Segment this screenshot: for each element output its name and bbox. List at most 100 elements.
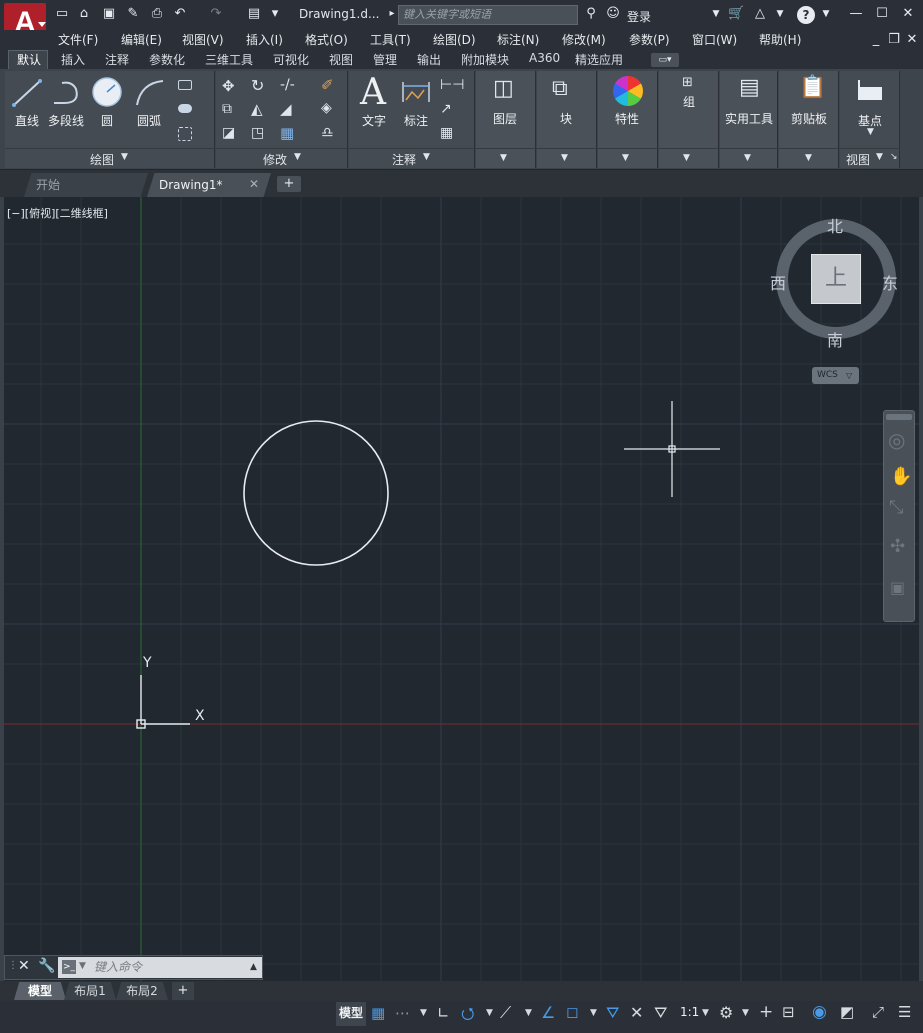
boundary-icon[interactable] [178, 127, 192, 141]
tab-3d-tools[interactable]: 三维工具 [205, 51, 253, 68]
compass-east[interactable]: 东 [882, 270, 898, 294]
grid-toggle-icon[interactable]: ▦ [371, 1004, 385, 1022]
tab-annotate[interactable]: 注释 [105, 51, 129, 68]
layers-button[interactable]: 图层 [493, 110, 517, 127]
menu-file[interactable]: 文件(F) [58, 31, 98, 48]
cmd-close-icon[interactable]: ✕ [18, 958, 30, 974]
object-snap-icon[interactable]: ◻ [566, 1003, 578, 1021]
new-layout-button[interactable]: + [172, 982, 194, 1000]
login-dropdown-icon[interactable]: ▼ [708, 6, 724, 22]
scale-dropdown-icon[interactable]: ▼ [702, 1008, 709, 1018]
layers-expand-icon[interactable]: ▼ [500, 153, 507, 163]
view-panel-launcher-icon[interactable]: ↘ [890, 152, 898, 162]
undo-icon[interactable]: ↶ [172, 6, 188, 22]
print-icon[interactable]: ⎙ [149, 6, 165, 22]
drawn-circle[interactable] [243, 420, 389, 566]
tab-visualize[interactable]: 可视化 [273, 51, 309, 68]
doc-restore-icon[interactable]: ❐ [886, 32, 902, 48]
start-tab[interactable]: 开始 [24, 173, 148, 197]
menu-window[interactable]: 窗口(W) [692, 31, 737, 48]
customization-menu-icon[interactable]: ☰ [898, 1003, 911, 1021]
search-input[interactable]: 键入关键字或短语 [398, 5, 578, 25]
hatch-icon[interactable] [178, 104, 192, 113]
move-icon[interactable]: ✥ [222, 77, 235, 95]
trim-icon[interactable]: -/- [280, 77, 295, 93]
navbar-grip[interactable] [886, 414, 912, 420]
menu-modify[interactable]: 修改(M) [562, 31, 606, 48]
rotate-icon[interactable]: ↻ [251, 76, 264, 95]
groups-icon[interactable]: ⊞ [682, 75, 693, 90]
canvas-svg[interactable] [4, 197, 919, 981]
tab-addins[interactable]: 附加模块 [461, 51, 509, 68]
polar-dropdown-icon[interactable]: ▼ [486, 1008, 493, 1018]
clipboard-expand-icon[interactable]: ▼ [805, 153, 812, 163]
a360-dropdown-icon[interactable]: ▼ [772, 6, 788, 22]
steering-wheel-icon[interactable]: ◎ [888, 428, 905, 452]
maximize-icon[interactable]: ☐ [874, 6, 890, 22]
arc-button[interactable]: 圆弧 [137, 112, 161, 129]
annotation-scale[interactable]: 1:1 [680, 1005, 699, 1019]
cart-icon[interactable]: 🛒 [728, 6, 744, 22]
hardware-acceleration-icon[interactable]: ◩ [840, 1003, 854, 1021]
tab-manage[interactable]: 管理 [373, 51, 397, 68]
circle-tool-icon[interactable] [91, 76, 123, 108]
menu-parametric[interactable]: 参数(P) [629, 31, 670, 48]
view-panel-label[interactable]: 视图 [846, 151, 870, 168]
viewport-controls-label[interactable]: [−][俯视][二维线框] [7, 205, 108, 221]
draw-panel-expand-icon[interactable]: ▼ [121, 152, 128, 162]
ortho-icon[interactable]: ∟ [437, 1004, 450, 1022]
array-icon[interactable]: ▦ [280, 124, 294, 142]
cmd-grip-icon[interactable]: ⋮ [8, 960, 18, 971]
compass-south[interactable]: 南 [827, 327, 843, 351]
doc-close-icon[interactable]: ✕ [904, 32, 920, 48]
mirror-icon[interactable]: ◭ [251, 100, 263, 118]
tab-a360[interactable]: A360 [529, 51, 560, 65]
dimension-button[interactable]: 标注 [404, 112, 428, 129]
menu-view[interactable]: 视图(V) [182, 31, 224, 48]
cmd-history-icon[interactable]: ▲ [250, 962, 257, 972]
help-dropdown-icon[interactable]: ▼ [818, 6, 834, 22]
tab-close-icon[interactable]: ✕ [249, 177, 259, 191]
workspace-switch-icon[interactable]: ⚙ [719, 1003, 733, 1022]
clipboard-icon[interactable]: 📋 [799, 75, 826, 100]
properties-expand-icon[interactable]: ▼ [622, 153, 629, 163]
redo-icon[interactable]: ↷ [208, 6, 224, 22]
circle-button[interactable]: 圆 [101, 112, 113, 129]
zoom-extents-icon[interactable]: ⤡ [889, 497, 903, 518]
a360-icon[interactable]: △ [752, 6, 768, 22]
tab-view[interactable]: 视图 [329, 51, 353, 68]
polyline-icon[interactable] [50, 77, 86, 109]
save-as-icon[interactable]: ✎ [125, 6, 141, 22]
snap-toggle-icon[interactable]: ⋯ [395, 1004, 410, 1022]
draw-panel-label[interactable]: 绘图 [90, 151, 114, 168]
dimension-icon[interactable] [400, 78, 432, 106]
tab-insert[interactable]: 插入 [61, 51, 85, 68]
isometric-dropdown-icon[interactable]: ▼ [525, 1008, 532, 1018]
minimize-icon[interactable]: — [848, 6, 864, 22]
layout-tab-model[interactable]: 模型 [14, 982, 66, 1000]
modify-panel-label[interactable]: 修改 [263, 151, 287, 168]
block-expand-icon[interactable]: ▼ [561, 153, 568, 163]
stretch-icon[interactable]: ◪ [222, 125, 235, 141]
layers-icon[interactable]: ◫ [493, 76, 514, 101]
isometric-icon[interactable]: ⟋ [500, 1003, 511, 1023]
snap-dropdown-icon[interactable]: ▼ [420, 1008, 427, 1018]
tab-featured-apps[interactable]: 精选应用 [575, 51, 623, 68]
line-icon[interactable] [10, 77, 46, 109]
explode-icon[interactable]: ◈ [321, 100, 332, 116]
tab-default[interactable]: 默认 [17, 51, 41, 68]
erase-icon[interactable]: ✐ [321, 76, 334, 94]
groups-button[interactable]: 组 [683, 93, 695, 110]
workspace-icon[interactable]: ▤ [246, 6, 262, 22]
cmd-recent-dropdown-icon[interactable]: ▼ [79, 961, 86, 971]
isolate-objects-icon[interactable]: ◉ [812, 1002, 827, 1022]
orbit-icon[interactable]: ✣ [890, 536, 905, 557]
compass-west[interactable]: 西 [770, 270, 786, 294]
ribbon-toggle-icon[interactable]: ▭▾ [651, 53, 679, 67]
tab-output[interactable]: 输出 [417, 51, 441, 68]
user-icon[interactable]: ☺ [605, 6, 621, 22]
viewcube-face[interactable]: 上 [811, 254, 861, 304]
help-icon[interactable]: ? [797, 6, 815, 24]
annotate-panel-expand-icon[interactable]: ▼ [423, 152, 430, 162]
menu-format[interactable]: 格式(O) [305, 31, 348, 48]
